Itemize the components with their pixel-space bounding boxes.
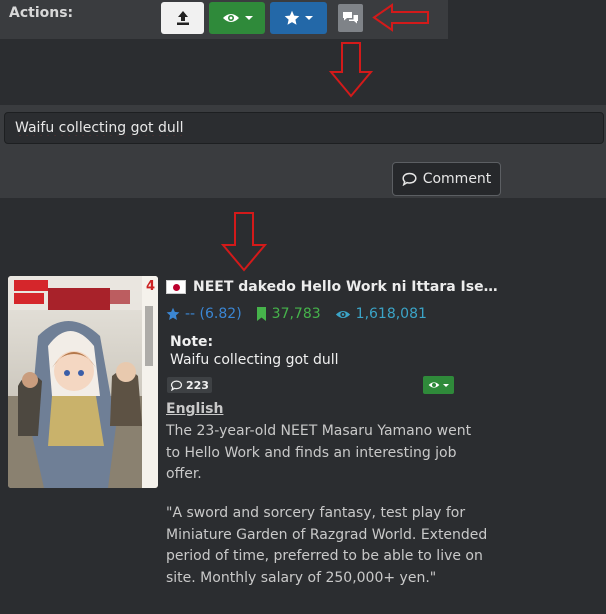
comments-icon	[343, 12, 358, 24]
actions-label: Actions:	[9, 5, 74, 21]
japan-flag-icon	[166, 280, 186, 294]
description-line: offer.	[166, 466, 202, 482]
description-line: period of time, preferred to be able to …	[166, 548, 483, 564]
manga-title[interactable]: NEET dakedo Hello Work ni Ittara Ise…	[193, 279, 498, 295]
rating-stat: -- (6.82)	[166, 306, 242, 322]
eye-icon	[335, 310, 350, 318]
star-icon	[166, 307, 180, 320]
comment-button[interactable]: Comment	[392, 162, 501, 196]
eye-icon	[222, 14, 239, 22]
description-line: "A sword and sorcery fantasy, test play …	[166, 505, 466, 521]
chevron-down-icon	[443, 383, 449, 387]
follows-stat: 37,783	[256, 306, 321, 322]
note-label: Note:	[170, 334, 214, 350]
annotation-arrow-left	[372, 3, 429, 32]
rating-value: -- (6.82)	[185, 306, 242, 322]
rate-button[interactable]	[270, 2, 327, 34]
chevron-down-icon	[244, 16, 253, 20]
comment-button-label: Comment	[422, 171, 492, 187]
views-stat: 1,618,081	[335, 306, 427, 322]
description-line: site. Monthly salary of 250,000+ yen."	[166, 569, 437, 586]
description-line: The 23-year-old NEET Masaru Yamano went	[166, 423, 472, 439]
volume-number: 4	[146, 279, 155, 294]
chevron-down-icon	[305, 16, 313, 20]
comment-input[interactable]	[4, 112, 604, 144]
comments-count-badge[interactable]: 223	[167, 377, 212, 393]
annotation-arrow-down	[221, 212, 267, 272]
annotation-arrow-down	[329, 42, 373, 98]
views-count: 1,618,081	[355, 306, 427, 322]
follows-count: 37,783	[271, 306, 321, 322]
description-paragraph-2: "A sword and sorcery fantasy, test play …	[166, 503, 487, 589]
upload-button[interactable]	[161, 2, 204, 34]
follow-dropdown-button[interactable]	[423, 376, 454, 394]
description-line: Miniature Garden of Razgrad World. Exten…	[166, 526, 488, 543]
manga-cover[interactable]: 4	[8, 276, 158, 488]
comment-bubble-icon	[402, 172, 417, 186]
description-line: to Hello Work and finds an interesting j…	[166, 444, 457, 461]
manga-stats: -- (6.82) 37,783 1,618,081	[166, 306, 441, 322]
language-link[interactable]: English	[166, 401, 223, 417]
cover-art: 4	[8, 276, 158, 488]
comments-button[interactable]	[338, 4, 363, 32]
eye-icon	[428, 382, 440, 388]
upload-icon	[176, 11, 189, 25]
description-paragraph-1: The 23-year-old NEET Masaru Yamano went …	[166, 421, 471, 486]
bookmark-icon	[256, 307, 266, 321]
manga-title-row: NEET dakedo Hello Work ni Ittara Ise…	[166, 279, 498, 295]
comments-icon	[170, 380, 183, 391]
comments-count: 223	[186, 378, 209, 392]
follow-button[interactable]	[209, 2, 265, 34]
note-text: Waifu collecting got dull	[170, 352, 339, 368]
star-icon	[284, 10, 300, 25]
